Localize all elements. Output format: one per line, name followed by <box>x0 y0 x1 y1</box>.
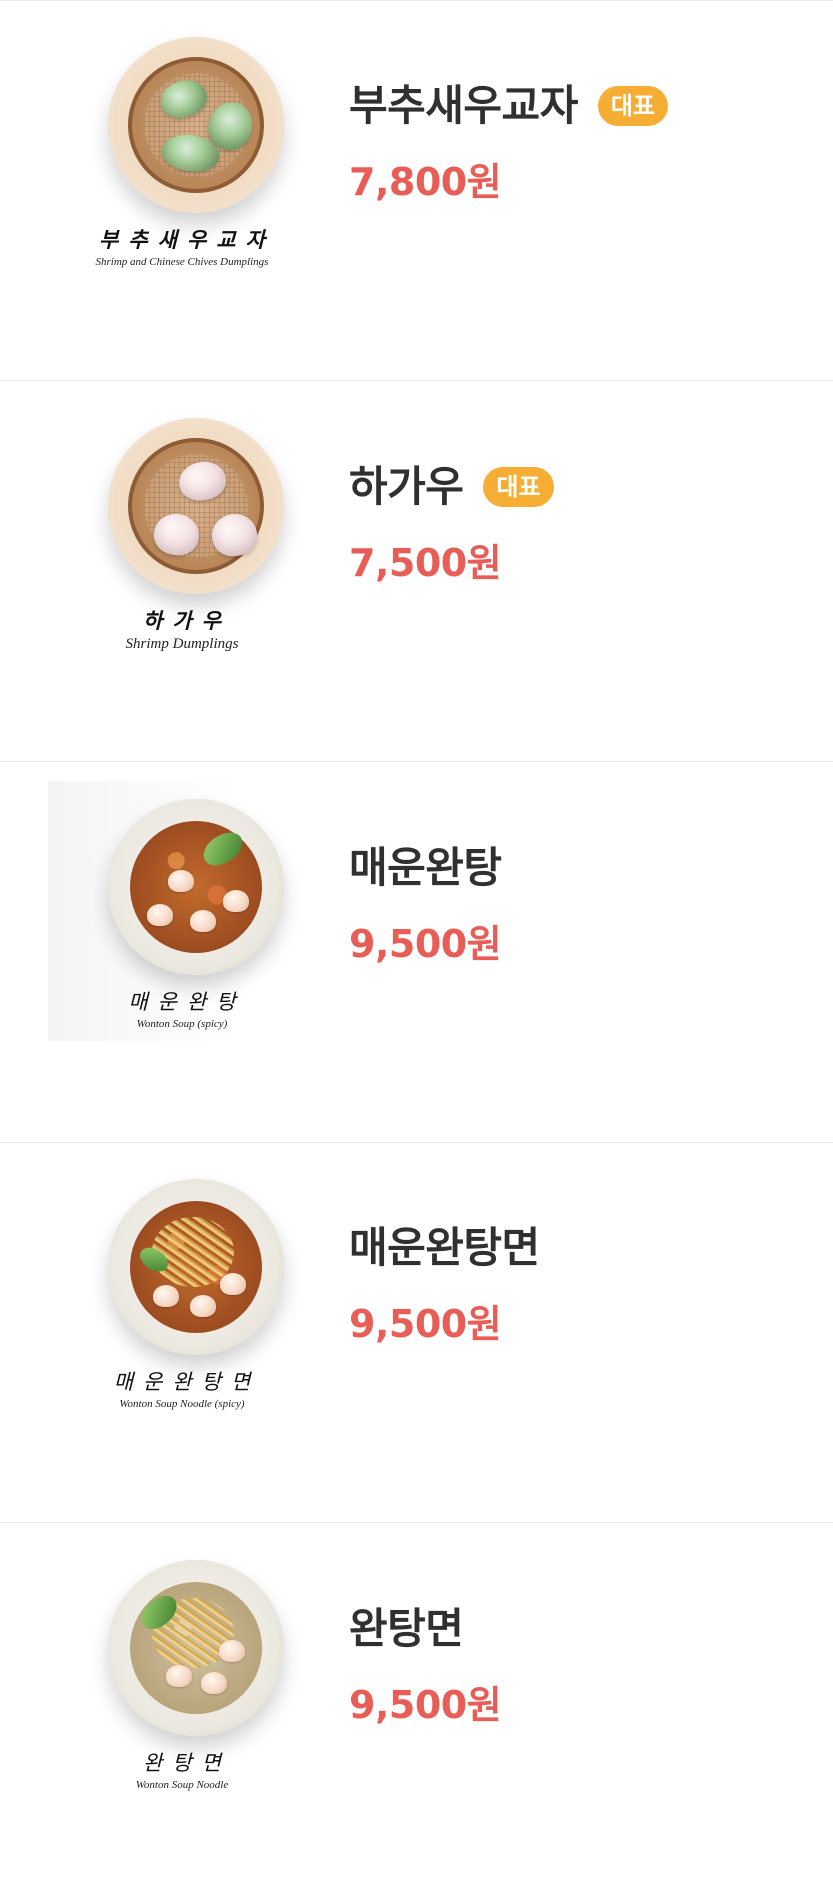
menu-item-spicy-wonton-soup[interactable]: 매운완탕 Wonton Soup (spicy) 매운완탕 9,500원 <box>0 763 833 1143</box>
hagau-photo: 하가우 Shrimp Dumplings <box>48 400 316 660</box>
menu-item-info: 완탕면 9,500원 <box>349 1604 789 1754</box>
image-caption-korean: 부추새우교자 <box>99 228 275 252</box>
wonton-icon <box>223 890 249 912</box>
bamboo-basket-icon <box>128 57 264 193</box>
menu-item-price: 9,500원 <box>349 1683 502 1727</box>
bamboo-basket-icon <box>128 438 264 574</box>
menu-item-info: 하가우 대표 7,500원 <box>349 462 789 612</box>
wonton-icon <box>153 1285 179 1307</box>
title-row: 부추새우교자 대표 <box>349 81 669 131</box>
image-caption-english: Wonton Soup (spicy) <box>136 1018 228 1030</box>
menu-item-name: 매운완탕 <box>349 843 502 892</box>
wonton-icon <box>147 904 173 926</box>
title-row: 완탕면 <box>349 1604 464 1654</box>
menu-item-wonton-noodle-soup[interactable]: 완탕면 Wonton Soup Noodle 완탕면 9,500원 <box>0 1524 833 1904</box>
image-caption-english: Shrimp Dumplings <box>125 636 239 652</box>
menu-item-name: 하가우 <box>349 462 464 511</box>
spicy-wonton-soup-photo: 매운완탕 Wonton Soup (spicy) <box>48 781 316 1041</box>
menu-item-price: 7,800원 <box>349 160 502 204</box>
menu-list: 부추새우교자 Shrimp and Chinese Chives Dumplin… <box>0 0 833 1904</box>
title-row: 매운완탕 <box>349 843 502 893</box>
menu-item-info: 부추새우교자 대표 7,800원 <box>349 81 789 231</box>
signature-badge: 대표 <box>597 86 669 126</box>
menu-item-name: 매운완탕면 <box>349 1223 540 1272</box>
menu-item-price: 9,500원 <box>349 922 502 966</box>
title-row: 하가우 대표 <box>349 462 554 512</box>
soup-bowl <box>108 1560 284 1736</box>
wonton-icon <box>168 870 194 892</box>
menu-item-name: 완탕면 <box>349 1604 464 1653</box>
image-caption-english: Wonton Soup Noodle <box>135 1779 229 1791</box>
soup-bowl <box>108 1179 284 1355</box>
wonton-icon <box>190 910 216 932</box>
wonton-icon <box>190 1295 216 1317</box>
menu-item-info: 매운완탕면 9,500원 <box>349 1223 789 1373</box>
bamboo-steamer-plate <box>108 418 284 594</box>
chive-shrimp-dumplings-photo: 부추새우교자 Shrimp and Chinese Chives Dumplin… <box>48 19 316 279</box>
spicy-wonton-noodle-photo: 매운완탕면 Wonton Soup Noodle (spicy) <box>48 1161 316 1421</box>
wonton-icon <box>220 1273 246 1295</box>
wonton-noodle-photo: 완탕면 Wonton Soup Noodle <box>48 1542 316 1802</box>
wonton-icon <box>166 1665 192 1687</box>
wonton-icon <box>201 1672 227 1694</box>
image-caption-english: Shrimp and Chinese Chives Dumplings <box>95 256 269 268</box>
menu-item-name: 부추새우교자 <box>349 81 578 130</box>
image-caption-korean: 하가우 <box>143 609 231 633</box>
image-caption-korean: 완탕면 <box>143 1751 231 1775</box>
menu-item-spicy-wonton-noodle-soup[interactable]: 매운완탕면 Wonton Soup Noodle (spicy) 매운완탕면 9… <box>0 1143 833 1523</box>
menu-item-chive-shrimp-dumplings[interactable]: 부추새우교자 Shrimp and Chinese Chives Dumplin… <box>0 1 833 381</box>
image-caption-english: Wonton Soup Noodle (spicy) <box>119 1398 245 1410</box>
image-caption-korean: 매운완탕 <box>128 990 246 1014</box>
soup-bowl <box>108 799 284 975</box>
image-caption-korean: 매운완탕면 <box>113 1370 261 1394</box>
bamboo-steamer-plate <box>108 37 284 213</box>
menu-item-hagau[interactable]: 하가우 Shrimp Dumplings 하가우 대표 7,500원 <box>0 382 833 762</box>
menu-item-price: 7,500원 <box>349 541 502 585</box>
menu-item-price: 9,500원 <box>349 1302 502 1346</box>
title-row: 매운완탕면 <box>349 1223 540 1273</box>
signature-badge: 대표 <box>483 467 554 507</box>
menu-item-info: 매운완탕 9,500원 <box>349 843 789 993</box>
wonton-icon <box>219 1640 245 1662</box>
